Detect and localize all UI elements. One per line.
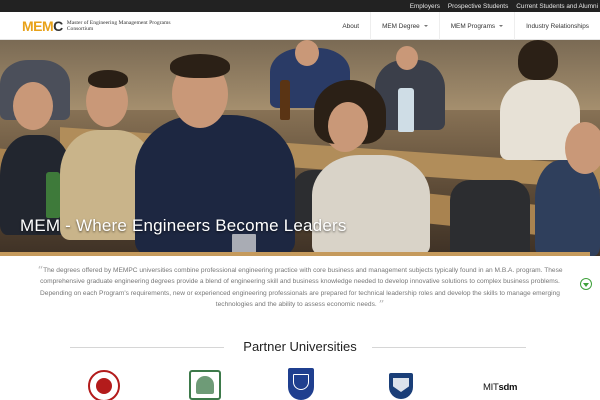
- prospective-students-link[interactable]: Prospective Students: [448, 3, 508, 10]
- quote-icon: ”: [378, 298, 385, 312]
- divider-right: [372, 347, 526, 348]
- site-logo[interactable]: MEMC Master of Engineering Management Pr…: [22, 17, 179, 35]
- nav-mem-programs[interactable]: MEM Programs: [438, 12, 514, 40]
- duke-seal[interactable]: [288, 368, 314, 400]
- scroll-down-icon[interactable]: [580, 278, 592, 290]
- logo-mark: MEMC: [22, 18, 63, 34]
- main-nav: About MEM Degree MEM Programs Industry R…: [331, 12, 600, 40]
- jhu-seal[interactable]: [389, 373, 413, 399]
- intro-paragraph: “The degrees offered by MEMPC universiti…: [30, 265, 570, 311]
- current-students-alumni-link[interactable]: Current Students and Alumni: [516, 3, 598, 10]
- dartmouth-seal[interactable]: [189, 370, 221, 400]
- employers-link[interactable]: Employers: [410, 3, 440, 10]
- cornell-seal[interactable]: [88, 370, 120, 400]
- mit-sdm-logo[interactable]: MITsdm: [483, 382, 517, 393]
- hero-title: MEM - Where Engineers Become Leaders: [20, 216, 347, 235]
- site-header: MEMC Master of Engineering Management Pr…: [0, 12, 600, 40]
- nav-industry-relationships[interactable]: Industry Relationships: [514, 12, 600, 40]
- partner-logos: MITsdm: [0, 366, 600, 400]
- hero-slider: MEM - Where Engineers Become Leaders ‹ ›: [0, 40, 600, 256]
- intro-text: The degrees offered by MEMPC universitie…: [40, 267, 563, 309]
- nav-mem-degree[interactable]: MEM Degree: [370, 12, 439, 40]
- page: Employers Prospective Students Current S…: [0, 0, 600, 400]
- top-utility-bar: Employers Prospective Students Current S…: [0, 0, 600, 12]
- caret-down-icon: [499, 25, 504, 27]
- nav-about[interactable]: About: [331, 12, 370, 40]
- utility-links: Employers Prospective Students Current S…: [410, 0, 598, 12]
- caret-down-icon: [423, 25, 428, 27]
- logo-text: Master of Engineering Management Program…: [66, 20, 171, 32]
